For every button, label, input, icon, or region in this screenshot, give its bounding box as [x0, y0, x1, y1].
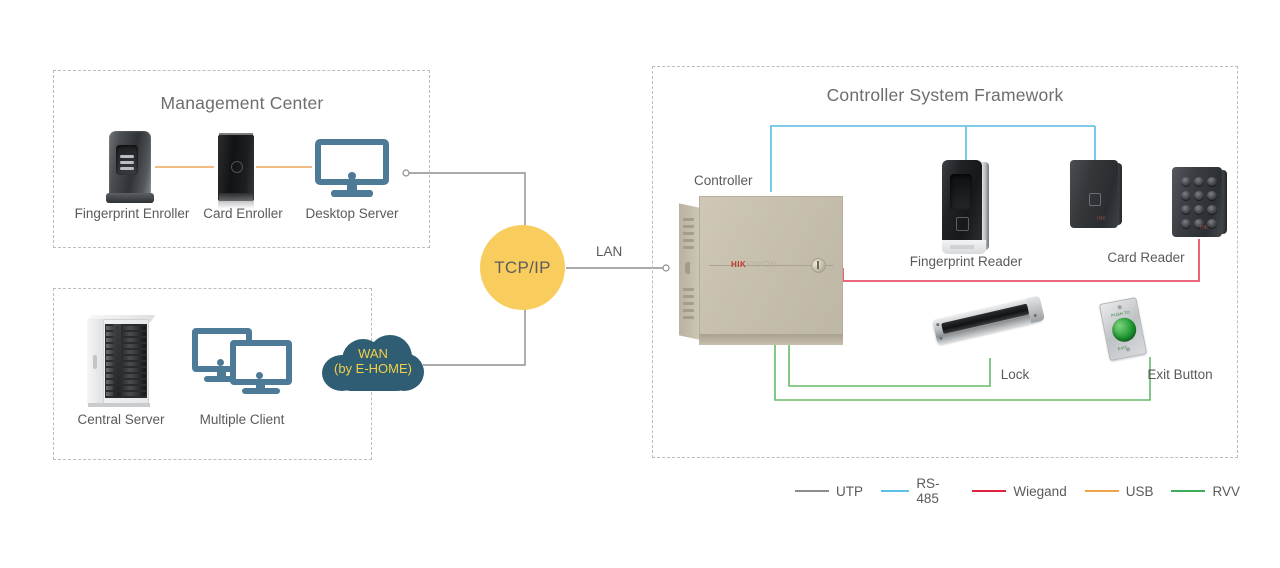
legend-label-rvv: RVV [1212, 483, 1240, 499]
wan-label-line1: WAN [358, 346, 388, 361]
exit-button-label: Exit Button [1147, 367, 1213, 382]
fingerprint-reader-icon [940, 160, 992, 256]
legend-swatch-rvv [1171, 490, 1206, 492]
multiple-client-label: Multiple Client [199, 412, 285, 427]
magnetic-lock-icon [932, 295, 1047, 360]
controller-brand-prefix: HIK [731, 260, 747, 269]
controller-brand-suffix: VISION [746, 260, 777, 269]
diagram-canvas: Management Center Controller System Fram… [0, 0, 1280, 568]
utp-line-wan-to-tcpip [423, 309, 526, 366]
card-reader-brand: HIK [1097, 216, 1106, 222]
wan-label-line2: (by E-HOME) [334, 361, 412, 376]
legend-item-utp: UTP [795, 484, 863, 499]
wan-cloud-icon: WAN (by E-HOME) [322, 335, 424, 393]
legend-item-usb: USB [1084, 483, 1154, 499]
legend-label-utp: UTP [836, 483, 863, 499]
controller-framework-title: Controller System Framework [826, 85, 1064, 105]
legend-label-wiegand: Wiegand [1013, 483, 1067, 499]
legend-label-rs485: RS-485 [916, 476, 940, 506]
controller-label: Controller [694, 173, 753, 188]
legend-swatch-usb [1084, 490, 1119, 492]
wan-label: WAN (by E-HOME) [322, 346, 424, 376]
server-rack-icon [86, 315, 156, 407]
legend: UTP RS-485 Wiegand USB RVV [795, 476, 1240, 506]
controller-brand: HIKVISION [731, 260, 776, 269]
legend-item-wiegand: Wiegand [972, 483, 1067, 499]
lan-label: LAN [596, 244, 623, 259]
exit-button-icon: PUSH TO EXIT [1098, 296, 1148, 362]
fingerprint-reader-label: Fingerprint Reader [909, 254, 1023, 269]
keypad-reader-brand: HIK [1200, 225, 1209, 231]
legend-item-rs485: RS-485 [881, 476, 954, 506]
tcpip-label: TCP/IP [494, 257, 551, 277]
legend-swatch-wiegand [972, 490, 1007, 492]
card-reader-icon: HIK [1070, 160, 1122, 230]
tcpip-node: TCP/IP [480, 225, 565, 310]
desktop-server-label: Desktop Server [305, 206, 399, 221]
multiple-monitor-icon [192, 328, 292, 394]
legend-swatch-rs485 [881, 490, 910, 492]
card-reader-label: Card Reader [1107, 250, 1185, 265]
controller-device-icon: HIKVISION [679, 196, 843, 346]
card-enroller-icon [218, 131, 254, 209]
fingerprint-enroller-icon [103, 131, 157, 203]
legend-item-rvv: RVV [1171, 484, 1240, 499]
lock-label: Lock [1000, 367, 1030, 382]
legend-swatch-utp [795, 490, 829, 492]
keypad-card-reader-icon: HIK [1172, 167, 1228, 239]
management-center-title: Management Center [160, 93, 324, 113]
legend-label-usb: USB [1125, 483, 1154, 499]
desktop-monitor-icon [315, 139, 389, 197]
